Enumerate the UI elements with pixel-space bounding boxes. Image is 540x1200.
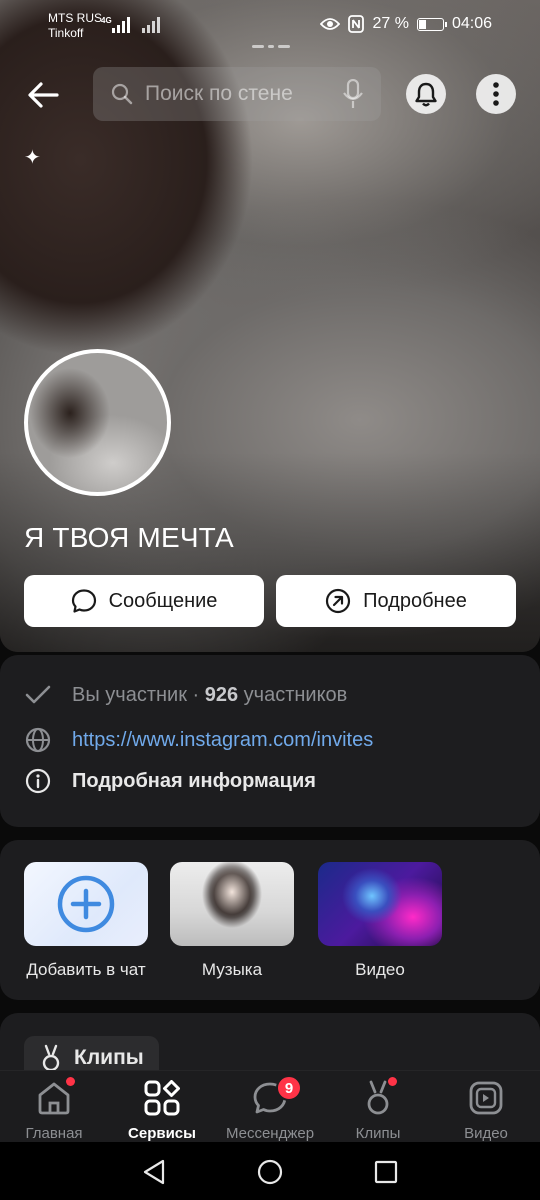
nav-item-services[interactable]: Сервисы xyxy=(108,1071,216,1142)
more-vertical-icon xyxy=(493,82,499,106)
circle-home-icon xyxy=(257,1159,283,1185)
website-link[interactable]: https://www.instagram.com/invites xyxy=(72,729,373,752)
notification-dot xyxy=(66,1077,75,1086)
service-label: Видео xyxy=(355,960,405,979)
arrow-up-right-circle-icon xyxy=(326,588,351,614)
back-button[interactable] xyxy=(22,74,64,116)
battery-percent: 27 % xyxy=(372,15,409,32)
network-type: 4G xyxy=(101,16,112,25)
services-icon xyxy=(144,1080,180,1116)
nav-label: Главная xyxy=(25,1125,83,1142)
group-name: Я ТВОЯ МЕЧТА xyxy=(24,522,234,553)
membership-text: Вы участник · 926 участников xyxy=(72,683,348,706)
clock: 04:06 xyxy=(451,15,492,32)
more-options-button[interactable] xyxy=(476,74,516,114)
bottom-navigation: Главная Сервисы 9 Мессенджер Клипы Видео xyxy=(0,1070,540,1142)
message-bubble-icon xyxy=(71,589,96,613)
microphone-icon[interactable] xyxy=(343,79,363,109)
square-recents-icon xyxy=(374,1160,398,1184)
nav-label: Мессенджер xyxy=(225,1125,315,1142)
service-label: Музыка xyxy=(201,960,263,979)
system-home-button[interactable] xyxy=(256,1158,284,1186)
video-icon xyxy=(469,1081,503,1115)
details-button-label: Подробнее xyxy=(363,589,467,612)
carrier-2: Tinkoff xyxy=(48,26,84,40)
sparkle-icon: ✦ xyxy=(24,147,41,169)
home-icon xyxy=(38,1082,70,1115)
system-recents-button[interactable] xyxy=(372,1158,400,1186)
service-music[interactable]: Музыка xyxy=(170,862,294,980)
details-link: Подробная информация xyxy=(72,769,316,792)
clips-tab-label: Клипы xyxy=(74,1046,144,1069)
website-row[interactable]: https://www.instagram.com/invites xyxy=(24,726,373,754)
clips-icon xyxy=(367,1080,389,1115)
message-button-label: Сообщение xyxy=(108,589,218,612)
service-video[interactable]: Видео xyxy=(318,862,442,980)
nav-item-messenger[interactable]: 9 Мессенджер xyxy=(216,1071,324,1142)
battery-icon xyxy=(416,17,447,31)
nfc-icon xyxy=(348,15,365,33)
info-icon xyxy=(25,768,51,794)
notifications-button[interactable] xyxy=(406,74,446,114)
bell-icon xyxy=(415,82,437,107)
plus-icon xyxy=(57,875,115,933)
system-back-button[interactable] xyxy=(140,1158,168,1186)
details-button[interactable]: Подробнее xyxy=(276,575,516,627)
status-bar: MTS RUS Tinkoff 4G 27 % 04:06 xyxy=(0,0,540,46)
search-icon xyxy=(111,83,133,105)
add-to-chat-tile xyxy=(24,862,148,946)
notification-dot xyxy=(388,1077,397,1086)
checkmark-icon xyxy=(25,685,51,704)
nav-item-home[interactable]: Главная xyxy=(0,1071,108,1142)
message-button[interactable]: Сообщение xyxy=(24,575,264,627)
signal-icon-2 xyxy=(142,16,160,33)
eye-icon xyxy=(320,18,341,30)
triangle-back-icon xyxy=(143,1159,165,1185)
carrier-1: MTS RUS xyxy=(48,11,102,25)
drag-handle[interactable] xyxy=(252,45,290,48)
nav-label: Клипы xyxy=(355,1125,401,1142)
nav-item-clips[interactable]: Клипы xyxy=(324,1071,432,1142)
status-right: 27 % 04:06 xyxy=(320,15,492,33)
globe-icon xyxy=(25,727,51,753)
members-count: 926 xyxy=(204,683,239,706)
nav-item-video[interactable]: Видео xyxy=(432,1071,540,1142)
service-add-to-chat[interactable]: Добавить в чат xyxy=(24,862,148,980)
unread-badge: 9 xyxy=(276,1075,302,1101)
details-row[interactable]: Подробная информация xyxy=(24,767,316,795)
service-label: Добавить в чат xyxy=(26,960,146,979)
carrier-info: MTS RUS Tinkoff xyxy=(48,11,102,41)
music-thumbnail xyxy=(170,862,294,946)
arrow-left-icon xyxy=(28,82,59,108)
wall-search-field[interactable] xyxy=(93,67,381,121)
system-navigation-bar xyxy=(0,1142,540,1200)
nav-label: Видео xyxy=(464,1125,508,1142)
membership-row[interactable]: Вы участник · 926 участников xyxy=(24,681,347,709)
video-thumbnail xyxy=(318,862,442,946)
signal-icon-1 xyxy=(112,16,130,33)
nav-label: Сервисы xyxy=(128,1125,196,1142)
group-avatar[interactable] xyxy=(24,349,171,496)
search-input[interactable] xyxy=(145,79,335,109)
clips-icon xyxy=(42,1044,60,1072)
